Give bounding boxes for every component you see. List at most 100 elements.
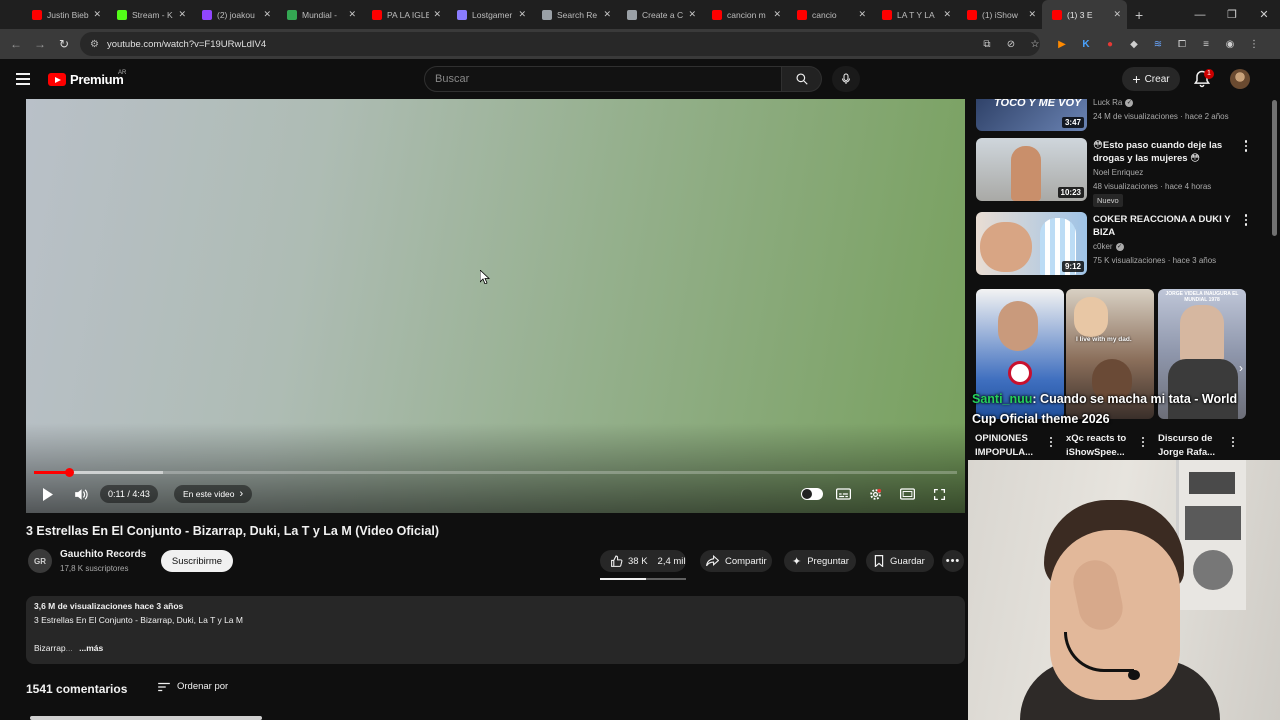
short-title[interactable]: Discurso de Jorge Rafa... [1158,432,1234,460]
hide-icon[interactable]: ⊘ [999,39,1023,50]
close-tab-icon[interactable]: ✕ [1113,9,1121,20]
subtitles-button[interactable] [834,483,852,505]
more-actions-button[interactable]: ••• [942,550,964,572]
close-tab-icon[interactable]: ✕ [603,9,611,20]
short-title[interactable]: xQc reacts to iShowSpee... [1066,432,1142,460]
close-tab-icon[interactable]: ✕ [433,9,441,20]
more-vertical-icon[interactable] [1048,436,1054,448]
seek-bar[interactable] [34,468,957,477]
close-tab-icon[interactable]: ✕ [773,9,781,20]
close-tab-icon[interactable]: ✕ [518,9,526,20]
short-title[interactable]: OPINIONES IMPOPULA... [975,432,1051,460]
shorts-next-arrow-icon[interactable]: › [1234,361,1248,375]
extension-k-icon[interactable]: K [1074,29,1098,59]
bookmark-star-icon[interactable]: ☆ [1023,39,1047,50]
share-button[interactable]: Compartir [700,550,772,572]
comments-count: 1541 comentarios [26,682,128,696]
browser-tab[interactable]: (2) joakou ✕ [192,0,277,29]
browser-tab[interactable]: Lostgamer ✕ [447,0,532,29]
close-tab-icon[interactable]: ✕ [688,9,696,20]
scrubber-handle[interactable] [65,468,75,477]
close-tab-icon[interactable]: ✕ [178,9,186,20]
like-button[interactable]: 38 K [600,550,648,572]
close-tab-icon[interactable]: ✕ [858,9,866,20]
description-fade: ... [65,643,73,653]
forward-icon[interactable]: → [28,37,52,51]
reload-icon[interactable]: ↻ [52,37,76,51]
play-button[interactable] [38,483,56,505]
media-control-icon[interactable]: ≡ [1194,29,1218,59]
extension-wave-icon[interactable]: ≋ [1146,29,1170,59]
close-tab-icon[interactable]: ✕ [943,9,951,20]
voice-search-button[interactable] [832,66,860,92]
recommended-video[interactable]: 9:12 COKER REACCIONA A DUKI Y BIZA c0ker… [976,212,1276,278]
show-more-link[interactable]: ...más [79,643,103,653]
more-vertical-icon[interactable] [1140,436,1146,448]
page-scrollbar[interactable] [1272,100,1277,236]
ask-button[interactable]: ✦ Preguntar [784,550,856,572]
autoplay-toggle-icon [801,488,823,500]
browser-tab[interactable]: cancio ✕ [787,0,872,29]
extension-record-icon[interactable]: ● [1098,29,1122,59]
subscribe-button[interactable]: Suscribirme [161,550,233,572]
minimize-icon[interactable]: — [1184,9,1216,21]
hamburger-menu-icon[interactable] [16,73,30,85]
more-horizontal-icon: ••• [945,555,961,567]
recommended-channel[interactable]: c0ker ✓ [1093,242,1124,251]
video-player[interactable]: 0:11 / 4:43 En este video › [26,99,965,513]
browser-tab[interactable]: (1) 3 E ✕ [1042,0,1127,29]
create-button[interactable]: + Crear [1122,67,1180,91]
more-vertical-icon[interactable] [1242,139,1250,153]
sort-comments-button[interactable]: Ordenar por [157,681,228,692]
browser-tab[interactable]: Search Re ✕ [532,0,617,29]
share-icon [706,555,719,567]
dislike-button[interactable]: 2,4 mil [658,550,686,572]
site-info-icon[interactable]: ⚙ [90,39,99,50]
close-window-icon[interactable]: ✕ [1248,8,1280,21]
browser-tab[interactable]: cancion m ✕ [702,0,787,29]
browser-tab[interactable]: Create a C ✕ [617,0,702,29]
account-avatar[interactable] [1230,69,1250,89]
recommended-video[interactable]: TOCO Y ME VOY 3:47 Luck Ra ✓ 24 M de visu… [976,99,1276,131]
browser-tab[interactable]: LA T Y LA ✕ [872,0,957,29]
restore-icon[interactable]: ❐ [1216,8,1248,21]
recommended-channel[interactable]: Luck Ra ✓ [1093,99,1134,107]
youtube-logo[interactable]: Premium [48,72,124,87]
settings-button[interactable] [866,483,884,505]
more-vertical-icon[interactable] [1230,436,1236,448]
close-tab-icon[interactable]: ✕ [93,9,101,20]
search-input[interactable]: Buscar [424,66,782,92]
address-bar[interactable]: ⚙ youtube.com/watch?v=F19URwLdIV4 [80,32,1040,56]
channel-avatar[interactable]: GR [28,549,52,573]
browser-tab[interactable]: (1) iShow ✕ [957,0,1042,29]
browser-tab[interactable]: Stream - K ✕ [107,0,192,29]
more-vertical-icon[interactable] [1242,213,1250,227]
close-tab-icon[interactable]: ✕ [1028,9,1036,20]
extension-play-icon[interactable]: ▶ [1050,29,1074,59]
close-tab-icon[interactable]: ✕ [263,9,271,20]
extensions: ▶ K ● ◆ ≋ ⧠ ≡ ◉ ⋮ [1050,29,1266,59]
browser-tab[interactable]: Mundial - ✕ [277,0,362,29]
extension-diamond-icon[interactable]: ◆ [1122,29,1146,59]
fullscreen-button[interactable] [930,483,948,505]
new-tab-icon[interactable]: + [1135,7,1143,23]
install-app-icon[interactable]: ⧉ [975,39,999,50]
mute-button[interactable] [72,483,90,505]
recommended-video[interactable]: 10:23 😳Esto paso cuando deje las drogas … [976,138,1276,207]
chapter-button[interactable]: En este video › [174,485,253,503]
back-icon[interactable]: ← [4,37,28,51]
profile-icon[interactable]: ◉ [1218,29,1242,59]
recommended-channel[interactable]: Noel Enriquez [1093,168,1143,177]
mouse-cursor-icon [480,270,490,284]
browser-tab[interactable]: PA LA IGLE ✕ [362,0,447,29]
channel-name[interactable]: Gauchito Records [60,549,146,560]
video-thumbnail: 10:23 [976,138,1087,201]
extensions-puzzle-icon[interactable]: ⧠ [1170,29,1194,59]
search-button[interactable] [782,66,822,92]
browser-menu-icon[interactable]: ⋮ [1242,29,1266,59]
save-button[interactable]: Guardar [866,550,934,572]
autoplay-toggle[interactable] [800,483,824,505]
browser-tab[interactable]: Justin Bieb ✕ [22,0,107,29]
theater-mode-button[interactable] [898,483,916,505]
close-tab-icon[interactable]: ✕ [348,9,356,20]
